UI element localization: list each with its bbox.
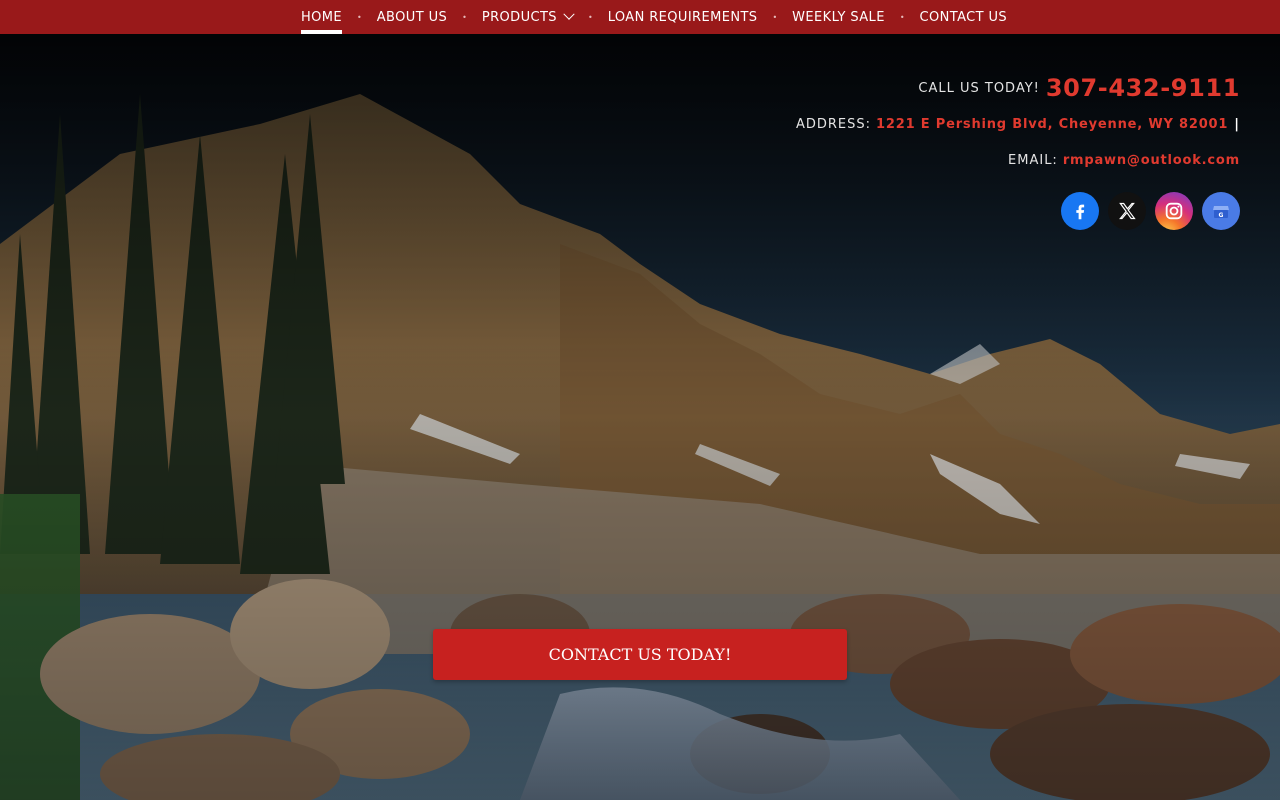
nav-separator: • xyxy=(462,12,467,22)
nav-item-weekly-sale[interactable]: WEEKLY SALE xyxy=(792,0,885,34)
address-label: ADDRESS: xyxy=(795,116,872,132)
nav-label-home: HOME xyxy=(301,9,343,25)
x-twitter-icon[interactable] xyxy=(1108,192,1146,230)
nav-item-products[interactable]: PRODUCTS xyxy=(481,0,575,34)
nav-item-about-us[interactable]: ABOUT US xyxy=(377,0,447,34)
address-line: ADDRESS: 1221 E Pershing Blvd, Cheyenne,… xyxy=(796,106,1240,142)
google-business-icon[interactable]: G xyxy=(1202,192,1240,230)
nav-separator: • xyxy=(772,12,778,22)
nav-label-weekly-sale: WEEKLY SALE xyxy=(792,9,885,25)
nav-label-contact-us: CONTACT US xyxy=(919,9,1008,25)
nav-label-loan-requirements: LOAN REQUIREMENTS xyxy=(607,9,758,25)
nav-label-products: PRODUCTS xyxy=(481,9,557,25)
nav-item-home[interactable]: HOME xyxy=(301,0,343,34)
contact-info: CALL US TODAY! 307-432-9111 ADDRESS: 122… xyxy=(796,70,1240,230)
nav-item-contact-us[interactable]: CONTACT US xyxy=(920,0,1008,34)
email-label: EMAIL: xyxy=(1008,152,1058,168)
call-label: CALL US TODAY! xyxy=(918,80,1040,96)
chevron-down-icon xyxy=(563,8,575,20)
social-links: G xyxy=(796,192,1240,230)
top-navigation: HOME • ABOUT US • PRODUCTS • LOAN REQUIR… xyxy=(0,0,1280,34)
email-link[interactable]: rmpawn@outlook.com xyxy=(1063,153,1240,168)
address-separator: | xyxy=(1234,116,1240,132)
address-link[interactable]: 1221 E Pershing Blvd, Cheyenne, WY 82001 xyxy=(876,117,1228,132)
nav-separator: • xyxy=(587,12,593,22)
phone-line: CALL US TODAY! 307-432-9111 xyxy=(796,70,1240,106)
nav-separator: • xyxy=(899,12,905,22)
nav-separator: • xyxy=(357,12,362,22)
svg-text:G: G xyxy=(1219,212,1224,219)
nav-item-loan-requirements[interactable]: LOAN REQUIREMENTS xyxy=(608,0,758,34)
nav-label-about-us: ABOUT US xyxy=(376,9,448,25)
nav-list: HOME • ABOUT US • PRODUCTS • LOAN REQUIR… xyxy=(301,0,1007,34)
instagram-icon[interactable] xyxy=(1155,192,1193,230)
contact-us-today-button[interactable]: CONTACT US TODAY! xyxy=(433,629,847,680)
phone-link[interactable]: 307-432-9111 xyxy=(1046,74,1240,102)
email-line: EMAIL: rmpawn@outlook.com xyxy=(796,142,1240,178)
facebook-icon[interactable] xyxy=(1061,192,1099,230)
